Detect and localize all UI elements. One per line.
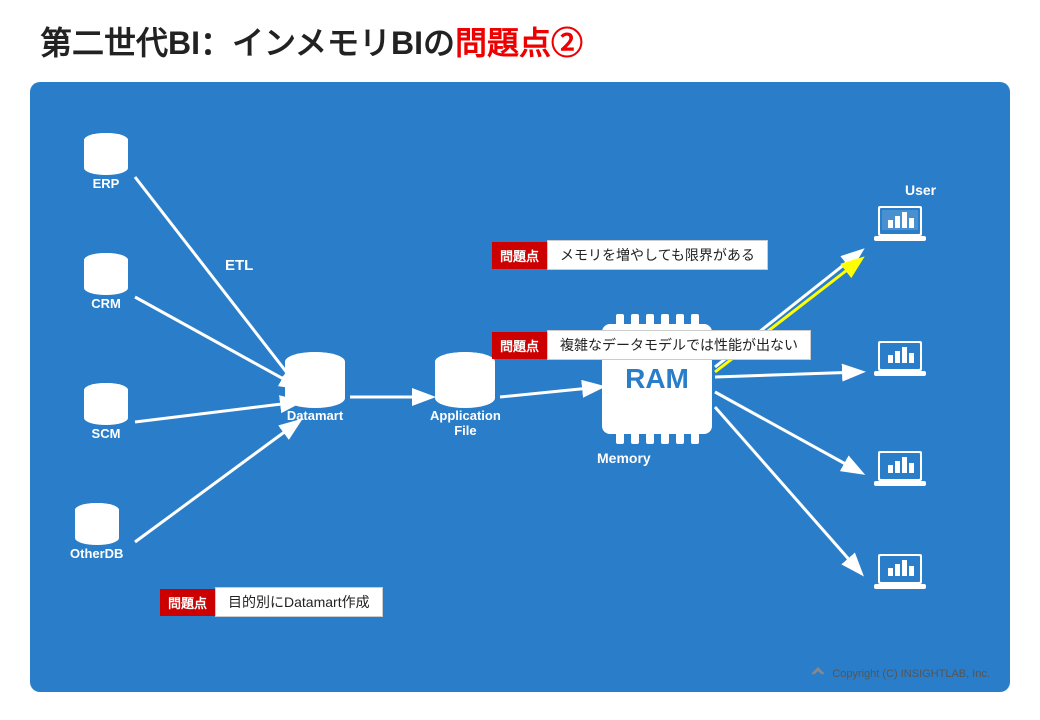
user-label: User: [905, 182, 936, 198]
etl-label: ETL: [225, 257, 253, 274]
appfile-icon: Application File: [430, 352, 501, 438]
otherdb-db: OtherDB: [70, 502, 123, 561]
datamart-icon: Datamart: [280, 352, 350, 423]
diagram-area: ERP CRM SCM OtherDB ETL Datamart Applica…: [30, 82, 1010, 692]
laptop-mid-top: [870, 337, 930, 385]
laptop-top: [870, 202, 930, 250]
laptop-mid-bottom: [870, 447, 930, 495]
problem-badge-3: 問題点 目的別にDatamart作成: [160, 587, 383, 617]
laptop-bottom: [870, 550, 930, 598]
page-title: 第二世代BI：インメモリBIの問題点②: [0, 0, 1040, 74]
problem-badge-2: 問題点 複雑なデータモデルでは性能が出ない: [492, 330, 811, 360]
crm-db: CRM: [80, 252, 132, 311]
scm-db: SCM: [80, 382, 132, 441]
copyright: Copyright (C) INSIGHTLAB, Inc.: [810, 666, 990, 682]
erp-db: ERP: [80, 132, 132, 191]
problem-badge-1: 問題点 メモリを増やしても限界がある: [492, 240, 768, 270]
memory-label: Memory: [597, 450, 651, 466]
